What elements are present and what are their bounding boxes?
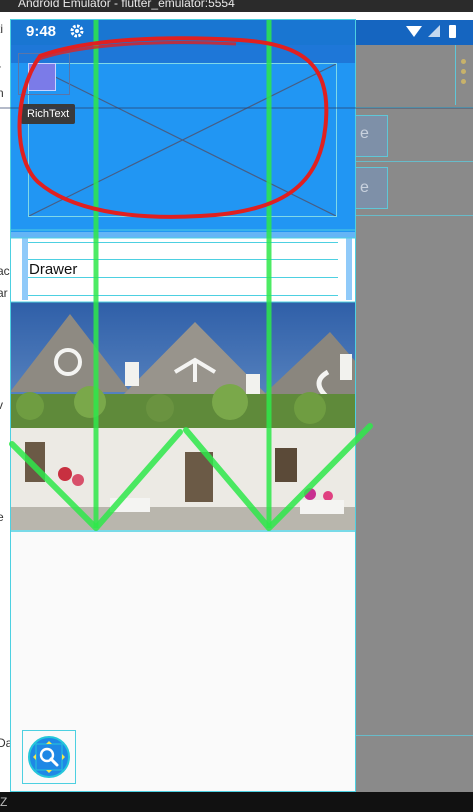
debug-guide-line — [352, 215, 473, 216]
emulator-titlebar[interactable]: Android Emulator - flutter_emulator:5554 — [0, 0, 473, 12]
handle-dot — [461, 69, 466, 74]
emulator-title: Android Emulator - flutter_emulator:5554 — [18, 0, 235, 10]
status-time: 9:48 — [26, 23, 57, 40]
flutter-app: 9:48 Drawer — [10, 20, 356, 792]
drawer-section[interactable]: Drawer — [10, 238, 356, 302]
ghost-widget — [352, 115, 388, 157]
header-banner[interactable] — [10, 45, 356, 247]
fab-debug-bounds — [22, 730, 76, 784]
emulator-status-extension — [356, 20, 473, 45]
signal-icon — [428, 25, 440, 37]
ghost-letter: e — [360, 179, 369, 196]
debug-guide-line — [352, 107, 473, 108]
peek-text: ac — [0, 264, 10, 278]
image-placeholder — [28, 63, 337, 217]
debug-guide-line — [352, 735, 473, 736]
widget-inspector-tooltip: RichText — [21, 104, 76, 124]
debug-line — [28, 295, 338, 296]
ghost-letter: e — [360, 125, 369, 142]
peek-text: n — [0, 86, 4, 100]
selected-widget-marker — [28, 63, 56, 91]
peek-text: ar — [0, 286, 8, 300]
peek-text: r — [0, 62, 1, 76]
search-fab[interactable] — [28, 736, 70, 778]
debug-guide-line — [352, 161, 473, 162]
android-status-bar: 9:48 — [10, 20, 356, 45]
search-icon — [33, 741, 65, 773]
taskbar: Z — [0, 792, 473, 812]
ghost-widget — [352, 167, 388, 209]
handle-dot — [461, 79, 466, 84]
battery-icon — [449, 25, 456, 38]
gear-icon — [70, 24, 84, 38]
peek-text: Da — [0, 736, 10, 750]
drawer-label: Drawer — [29, 261, 78, 278]
background-window-strip: ti r n ac ar v e Da — [0, 12, 10, 792]
trulli-photo — [10, 302, 356, 530]
debug-line — [28, 242, 338, 243]
dimmed-scrim: e e — [352, 45, 473, 792]
peek-text: v — [0, 398, 3, 412]
taskbar-fragment: Z — [0, 795, 8, 809]
handle-dot — [461, 59, 466, 64]
peek-text: e — [0, 510, 4, 524]
wifi-icon — [406, 26, 422, 37]
peek-text: ti — [0, 22, 3, 36]
side-handle[interactable] — [455, 45, 473, 105]
debug-line — [28, 259, 338, 260]
